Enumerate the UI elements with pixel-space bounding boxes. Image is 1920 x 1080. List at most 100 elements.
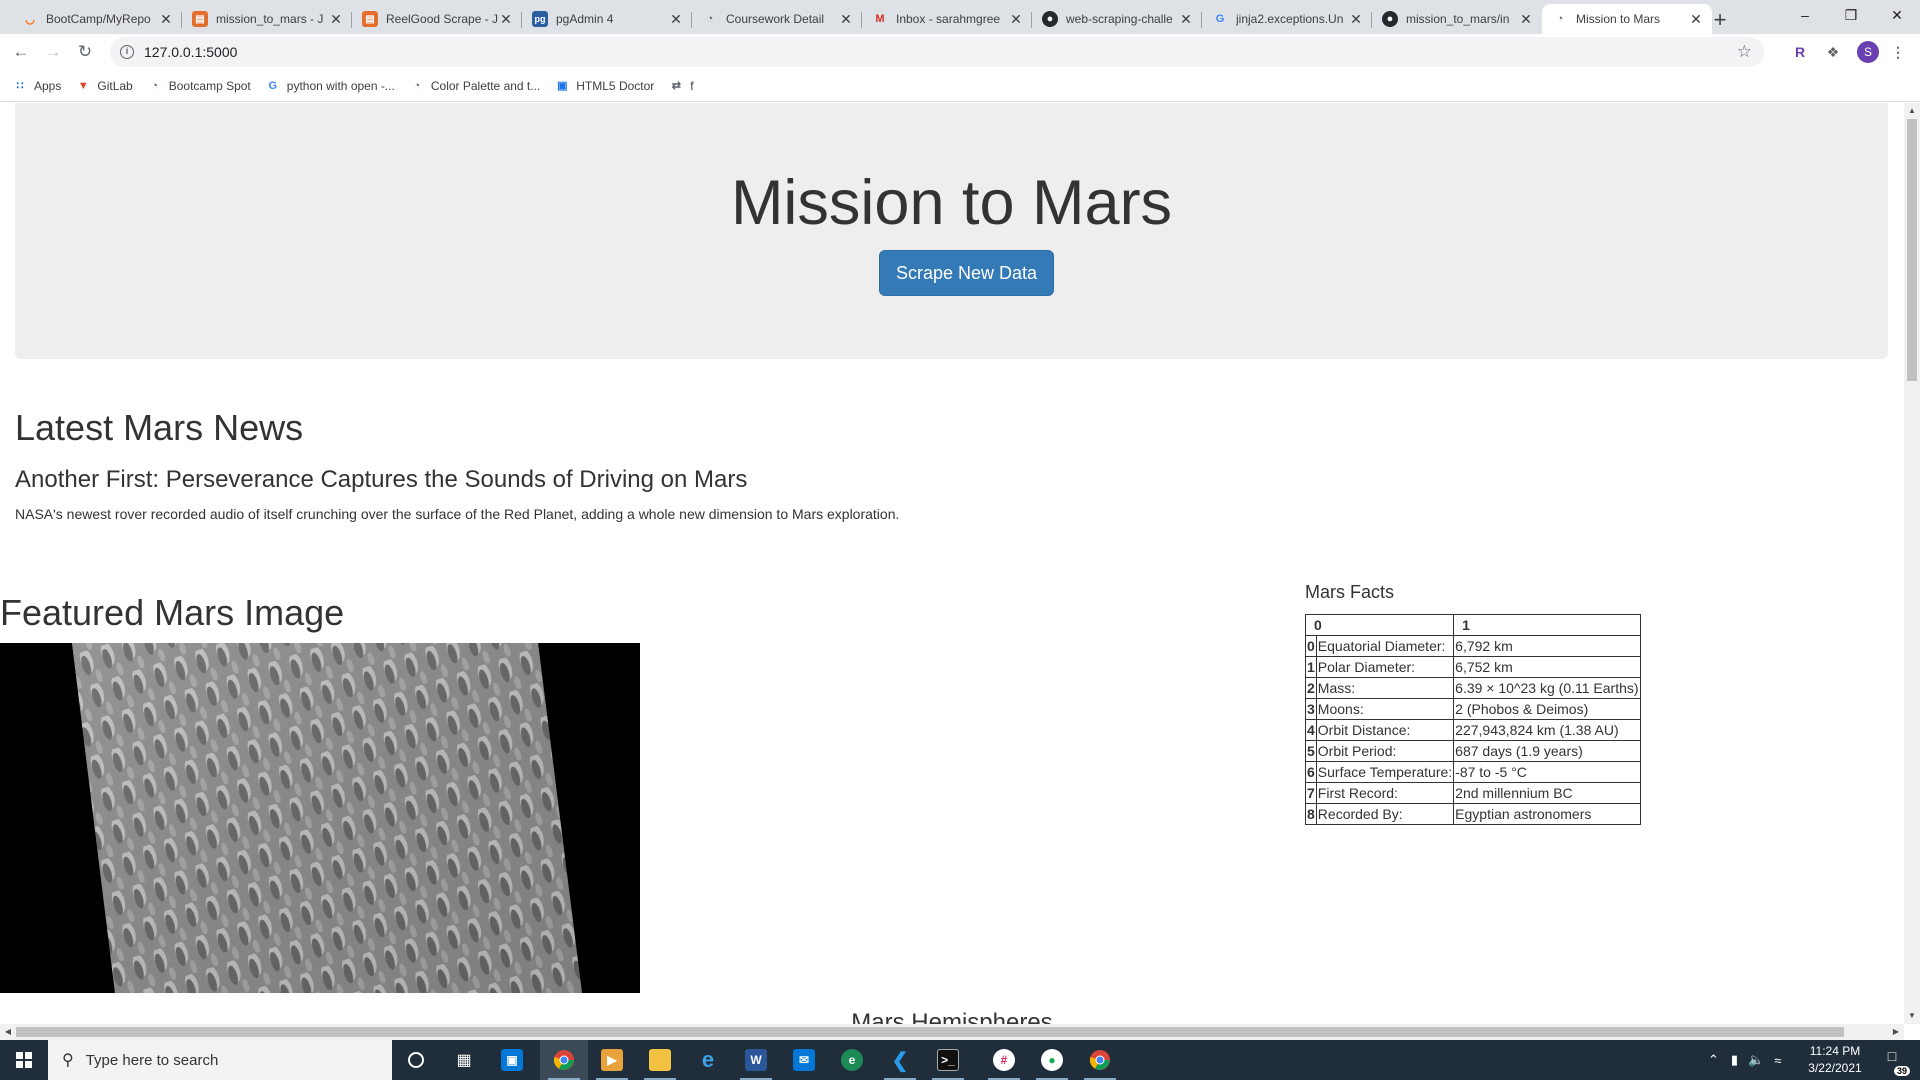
vertical-scrollbar[interactable]: ▲ ▼ [1904, 103, 1920, 1024]
volume-icon[interactable]: 🔈 [1748, 1052, 1764, 1068]
facts-row-index: 5 [1305, 740, 1317, 762]
scroll-right-arrow-icon[interactable]: ▶ [1888, 1024, 1904, 1040]
file-explorer-icon[interactable] [636, 1040, 684, 1080]
browser-menu-icon[interactable]: ⋮ [1888, 42, 1908, 62]
facts-label-cell: Recorded By: [1315, 803, 1455, 825]
site-info-icon[interactable]: i [120, 45, 134, 59]
bootcamp-icon: ◡ [25, 13, 35, 26]
featured-mars-image [0, 643, 640, 993]
cortana-icon[interactable] [392, 1040, 440, 1080]
bookmark-item[interactable]: ∷ Apps [12, 78, 62, 94]
facts-row: 2 Mass: 6.39 × 10^23 kg (0.11 Earths) [1305, 677, 1641, 699]
tab-close-icon[interactable]: ✕ [1688, 11, 1704, 27]
tab-close-icon[interactable]: ✕ [1518, 11, 1534, 27]
mongodb-icon[interactable]: ● [1028, 1040, 1076, 1080]
tab-title: Mission to Mars [1576, 12, 1661, 26]
scroll-down-arrow-icon[interactable]: ▼ [1904, 1008, 1920, 1024]
facts-row-index: 4 [1305, 719, 1317, 741]
scroll-up-arrow-icon[interactable]: ▲ [1904, 103, 1920, 119]
taskbar-clock[interactable]: 11:24 PM 3/22/2021 [1795, 1043, 1875, 1077]
tab-close-icon[interactable]: ✕ [838, 11, 854, 27]
browser-tab[interactable]: ◡ BootCamp/MyRepo ✕ [12, 4, 182, 34]
facts-row: 6 Surface Temperature: -87 to -5 °C [1305, 761, 1641, 783]
word-icon[interactable]: W [732, 1040, 780, 1080]
forward-button[interactable]: → [41, 40, 65, 64]
news-title: Another First: Perseverance Captures the… [15, 466, 748, 493]
internet-explorer-icon[interactable]: e [684, 1040, 732, 1080]
tab-close-icon[interactable]: ✕ [668, 11, 684, 27]
scroll-left-arrow-icon[interactable]: ◀ [0, 1024, 16, 1040]
tab-title: jinja2.exceptions.Un [1236, 12, 1344, 26]
facts-label-cell: Mass: [1315, 677, 1455, 699]
bookmark-item[interactable]: ◔ Bootcamp Spot [147, 78, 251, 94]
wifi-icon[interactable]: ≈ [1774, 1053, 1781, 1068]
bookmark-item[interactable]: ▣ HTML5 Doctor [554, 78, 654, 94]
jupyter-icon: ▤ [362, 11, 378, 27]
tab-close-icon[interactable]: ✕ [1178, 11, 1194, 27]
browser-tab[interactable]: ▤ mission_to_mars - J ✕ [182, 4, 352, 34]
taskbar-search-box[interactable]: ⚲ Type here to search [48, 1040, 392, 1080]
tab-close-icon[interactable]: ✕ [1008, 11, 1024, 27]
tray-chevron-up-icon[interactable]: ⌃ [1708, 1052, 1719, 1068]
github-icon: ● [1042, 11, 1058, 27]
news-paragraph: NASA's newest rover recorded audio of it… [15, 506, 900, 522]
horizontal-scroll-thumb[interactable] [16, 1027, 1844, 1037]
browser-tab[interactable]: ● mission_to_mars/in ✕ [1372, 4, 1542, 34]
restore-window-icon[interactable]: ❐ [1828, 0, 1874, 30]
close-window-icon[interactable]: ✕ [1874, 0, 1920, 30]
slack-icon[interactable]: # [980, 1040, 1028, 1080]
browser-tab[interactable]: ◔ Coursework Detail ✕ [692, 4, 862, 34]
bookmark-label: Color Palette and t... [430, 78, 541, 93]
globe-icon: ◔ [1556, 13, 1564, 25]
facts-label-cell: Surface Temperature: [1315, 761, 1455, 783]
task-view-icon[interactable]: ▦ [440, 1040, 488, 1080]
start-button[interactable] [0, 1040, 48, 1080]
windows-taskbar: ⚲ Type here to search ▦ ▣ ▶ e W ✉ e ❮ >_… [0, 1040, 1920, 1080]
jupyter-taskbar-icon[interactable]: ▶ [588, 1040, 636, 1080]
tab-close-icon[interactable]: ✕ [1348, 11, 1364, 27]
tab-close-icon[interactable]: ✕ [328, 11, 344, 27]
address-bar[interactable]: i 127.0.0.1:5000 ☆ [110, 37, 1764, 67]
scrape-new-data-button[interactable]: Scrape New Data [879, 250, 1054, 296]
vertical-scroll-thumb[interactable] [1907, 119, 1917, 381]
chrome-taskbar-icon[interactable] [540, 1040, 588, 1080]
clock-time: 11:24 PM [1809, 1044, 1861, 1058]
chrome-taskbar-icon-2[interactable] [1076, 1040, 1124, 1080]
bookmark-star-icon[interactable]: ☆ [1737, 42, 1752, 62]
profile-avatar[interactable]: S [1857, 41, 1879, 63]
minimize-window-icon[interactable]: – [1782, 0, 1828, 30]
bookmark-item[interactable]: ⇄ f [668, 78, 694, 94]
reload-button[interactable]: ↻ [73, 40, 97, 64]
browser-tab[interactable]: M Inbox - sarahmgree ✕ [862, 4, 1032, 34]
bookmark-item[interactable]: ▼ GitLab [75, 78, 133, 94]
bookmark-label: Bootcamp Spot [168, 78, 251, 93]
mail-icon[interactable]: ✉ [780, 1040, 828, 1080]
extension-r-icon[interactable]: R [1790, 42, 1810, 62]
notification-center-icon[interactable]: □ 39 [1880, 1048, 1910, 1076]
browser-tab[interactable]: Gjinja2.exceptions.Un ✕ [1202, 4, 1372, 34]
store-icon[interactable]: ▣ [488, 1040, 536, 1080]
browser-tab[interactable]: pg pgAdmin 4 ✕ [522, 4, 692, 34]
vscode-icon[interactable]: ❮ [876, 1040, 924, 1080]
back-button[interactable]: ← [9, 40, 33, 64]
new-tab-button[interactable]: + [1706, 6, 1734, 34]
bookmark-item[interactable]: ◔ Color Palette and t... [409, 78, 541, 94]
horizontal-scrollbar[interactable]: ◀ ▶ [0, 1024, 1904, 1040]
browser-tab[interactable]: ◔ Mission to Mars ✕ [1542, 4, 1712, 34]
featured-image-heading: Featured Mars Image [0, 592, 345, 633]
globe-icon: ◔ [413, 79, 421, 92]
browser-tab[interactable]: ● web-scraping-challe ✕ [1032, 4, 1202, 34]
taskbar-search-placeholder: Type here to search [85, 1051, 219, 1069]
bookmark-item[interactable]: Gpython with open -... [265, 78, 395, 94]
facts-value-cell: 687 days (1.9 years) [1453, 740, 1641, 762]
facts-row: 0 Equatorial Diameter: 6,792 km [1305, 635, 1641, 657]
browser-tab[interactable]: ▤ ReelGood Scrape - J ✕ [352, 4, 522, 34]
tab-close-icon[interactable]: ✕ [158, 11, 174, 27]
bookmark-label: python with open -... [286, 78, 395, 93]
battery-icon[interactable]: ▮ [1731, 1052, 1738, 1068]
terminal-icon[interactable]: >_ [924, 1040, 972, 1080]
extensions-puzzle-icon[interactable]: ❖ [1823, 42, 1843, 62]
tab-strip: ◡ BootCamp/MyRepo ✕ ▤ mission_to_mars - J ✕ ▤ R… [0, 0, 1920, 34]
tab-close-icon[interactable]: ✕ [498, 11, 514, 27]
edge-icon[interactable]: e [828, 1040, 876, 1080]
